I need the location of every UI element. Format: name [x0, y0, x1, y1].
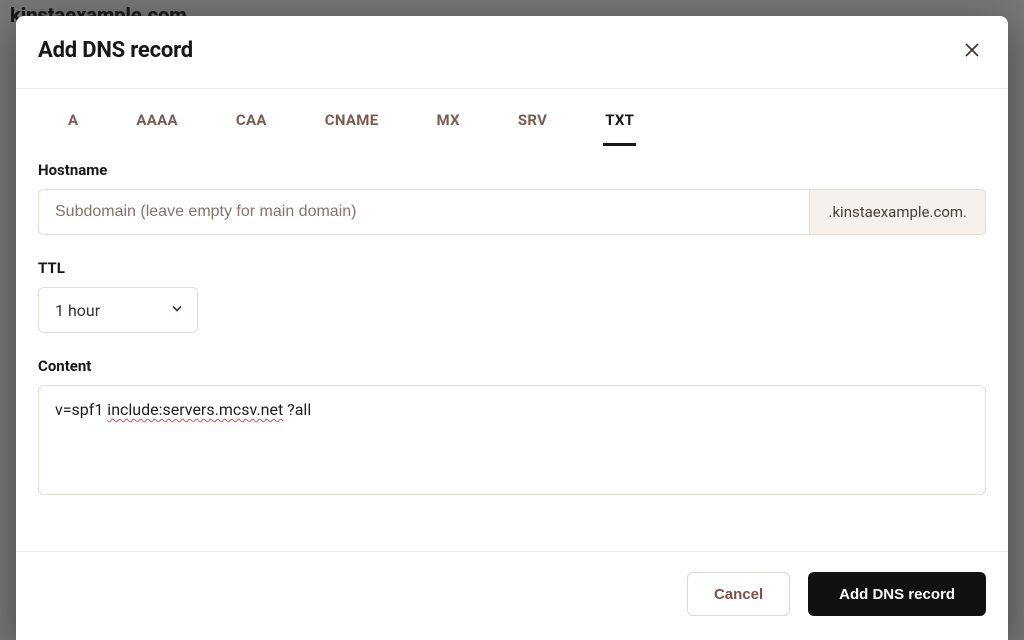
- tab-a[interactable]: A: [66, 101, 80, 146]
- cancel-button[interactable]: Cancel: [687, 572, 790, 616]
- ttl-select[interactable]: 1 hour: [38, 287, 198, 333]
- add-dns-record-modal: Add DNS record A AAAA CAA CNAME MX SRV T…: [16, 16, 1008, 640]
- tab-mx[interactable]: MX: [434, 101, 461, 146]
- modal-title: Add DNS record: [38, 38, 193, 63]
- tab-cname[interactable]: CNAME: [323, 101, 381, 146]
- modal-header: Add DNS record: [16, 16, 1008, 89]
- content-suffix: ?all: [283, 400, 311, 419]
- ttl-value: 1 hour: [55, 301, 100, 320]
- hostname-suffix: .kinstaexample.com.: [809, 190, 985, 234]
- content-field-group: Content v=spf1 include:servers.mcsv.net …: [38, 357, 986, 495]
- modal-body: Hostname .kinstaexample.com. TTL 1 hour: [16, 147, 1008, 551]
- tab-txt[interactable]: TXT: [603, 101, 636, 146]
- modal-footer: Cancel Add DNS record: [16, 551, 1008, 640]
- record-type-tabs: A AAAA CAA CNAME MX SRV TXT: [16, 101, 1008, 147]
- ttl-field-group: TTL 1 hour: [38, 259, 986, 333]
- close-icon: [965, 43, 979, 57]
- hostname-input-wrap: .kinstaexample.com.: [38, 189, 986, 235]
- close-button[interactable]: [958, 36, 986, 64]
- hostname-input[interactable]: [39, 190, 809, 234]
- ttl-label: TTL: [38, 259, 986, 277]
- content-textarea[interactable]: v=spf1 include:servers.mcsv.net ?all: [38, 385, 986, 495]
- content-include: include:servers.mcsv.net: [107, 400, 283, 419]
- hostname-label: Hostname: [38, 161, 986, 179]
- content-label: Content: [38, 357, 986, 375]
- tab-aaaa[interactable]: AAAA: [134, 101, 180, 146]
- tab-srv[interactable]: SRV: [516, 101, 549, 146]
- ttl-select-wrap: 1 hour: [38, 287, 198, 333]
- hostname-field-group: Hostname .kinstaexample.com.: [38, 161, 986, 235]
- add-dns-record-button[interactable]: Add DNS record: [808, 572, 986, 616]
- content-prefix: v=spf1: [55, 400, 107, 419]
- tab-caa[interactable]: CAA: [234, 101, 269, 146]
